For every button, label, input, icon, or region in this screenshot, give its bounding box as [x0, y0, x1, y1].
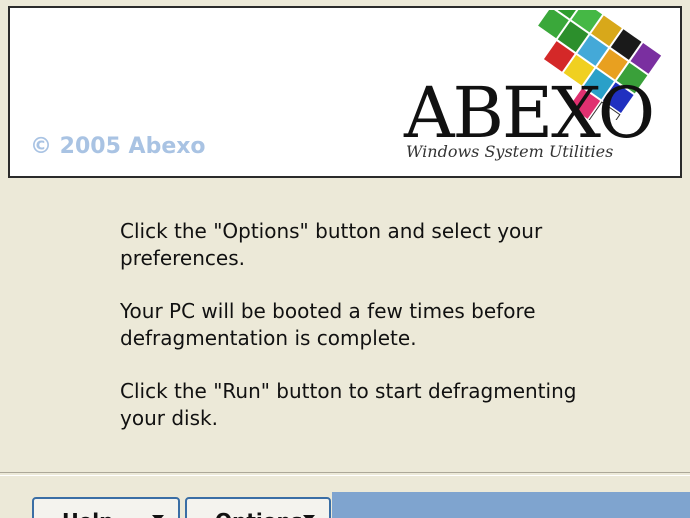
- help-button[interactable]: Help: [32, 497, 180, 518]
- abexo-logo-wordmark: ABEXO: [404, 72, 655, 154]
- logo-tagline: Windows System Utilities: [406, 142, 614, 161]
- header-banner: © 2005 Abexo ABEXO Windows System Utilit…: [8, 6, 682, 178]
- instructions-panel: Click the "Options" button and select yo…: [120, 218, 580, 458]
- copyright-text: © 2005 Abexo: [30, 134, 206, 159]
- installer-window: © 2005 Abexo ABEXO Windows System Utilit…: [0, 0, 690, 518]
- instruction-options: Click the "Options" button and select yo…: [120, 219, 543, 270]
- footer-separator: [0, 472, 690, 476]
- options-button[interactable]: Options: [185, 497, 331, 518]
- run-button-panel[interactable]: [332, 492, 690, 518]
- instruction-reboot: Your PC will be booted a few times befor…: [120, 299, 536, 350]
- options-button-label: Options: [215, 509, 303, 518]
- instruction-run: Click the "Run" button to start defragme…: [120, 379, 577, 430]
- help-button-label: Help: [62, 509, 113, 518]
